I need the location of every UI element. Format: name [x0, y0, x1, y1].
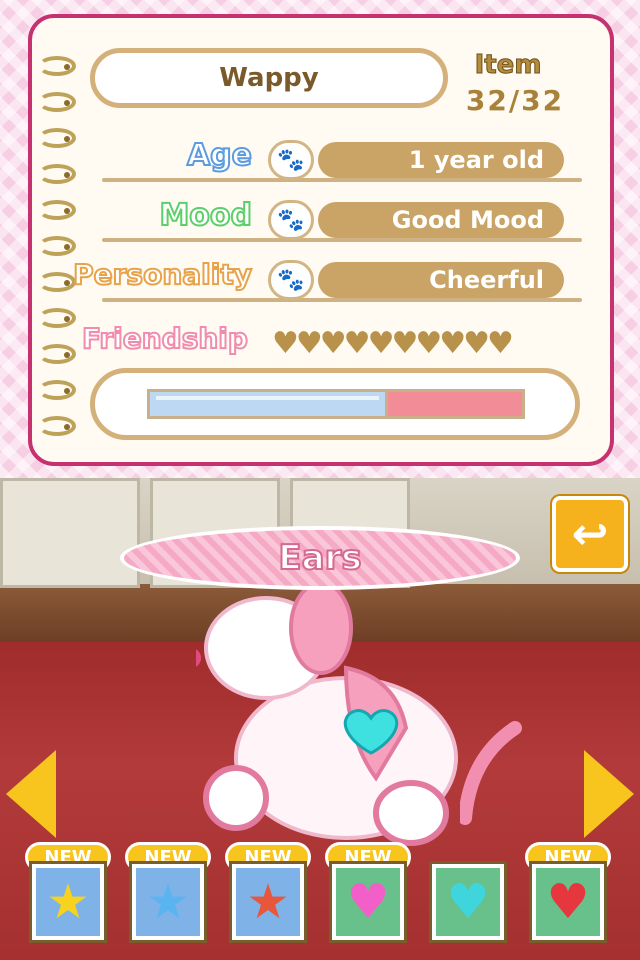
item-slot[interactable]: ♥ [432, 864, 504, 940]
return-arrow-icon: ↩ [571, 508, 609, 560]
row-underline [102, 298, 582, 302]
category-title: Ears [277, 537, 362, 579]
pet-dog [196, 588, 458, 846]
stat-label: Age [186, 137, 253, 174]
ring-icon [38, 236, 76, 256]
item-slot[interactable]: ★ [132, 864, 204, 940]
stat-row-age: Age 🐾 1 year old [72, 137, 582, 184]
item-slot[interactable]: ♥ [532, 864, 604, 940]
ring-icon [38, 92, 76, 112]
paw-icon: 🐾 [268, 140, 314, 180]
ring-icon [38, 56, 76, 76]
pet-scene: Ears ↩ NEW ★ NEW ★ NEW ★ NEW ♥ ♥ NEW ♥ [0, 478, 640, 960]
pink-heart-icon: ♥ [346, 874, 390, 930]
friendship-hearts: ♥♥♥♥♥♥♥♥♥♥ [272, 326, 514, 361]
gauge-bar [147, 389, 525, 419]
red-heart-icon: ♥ [546, 874, 590, 930]
stat-label: Personality [72, 257, 253, 292]
item-label: Item [474, 50, 542, 81]
prev-arrow-button[interactable] [6, 750, 56, 838]
yellow-star-icon: ★ [46, 874, 90, 930]
item-slot[interactable]: ★ [32, 864, 104, 940]
status-screen: Wappy Item 32/32 Age 🐾 1 year old Mood 🐾… [0, 0, 640, 478]
item-count: 32/32 [465, 84, 565, 117]
paw-icon: 🐾 [268, 260, 314, 300]
stat-value: Cheerful [318, 262, 564, 298]
stat-label: Mood [158, 197, 253, 234]
stat-row-mood: Mood 🐾 Good Mood [72, 197, 582, 244]
ring-icon [38, 128, 76, 148]
stat-value: Good Mood [318, 202, 564, 238]
ring-icon [38, 200, 76, 220]
ring-icon [38, 416, 76, 436]
stat-row-personality: Personality 🐾 Cheerful [72, 257, 582, 304]
friendship-gauge [90, 368, 580, 440]
cyan-heart-icon: ♥ [446, 874, 490, 930]
ring-icon [38, 164, 76, 184]
friendship-label: Friendship [81, 321, 249, 356]
back-button[interactable]: ↩ [552, 496, 628, 572]
category-title-banner: Ears [120, 526, 520, 590]
profile-notebook: Wappy Item 32/32 Age 🐾 1 year old Mood 🐾… [28, 14, 614, 466]
ring-icon [38, 380, 76, 400]
red-star-icon: ★ [246, 874, 290, 930]
row-underline [102, 238, 582, 242]
ring-icon [38, 308, 76, 328]
stat-value: 1 year old [318, 142, 564, 178]
item-slot[interactable]: ♥ [332, 864, 404, 940]
pet-name: Wappy [90, 48, 448, 108]
row-underline [102, 178, 582, 182]
ring-icon [38, 272, 76, 292]
next-arrow-button[interactable] [584, 750, 634, 838]
blue-star-icon: ★ [146, 874, 190, 930]
wall-panel [0, 478, 140, 588]
item-slot[interactable]: ★ [232, 864, 304, 940]
ring-icon [38, 344, 76, 364]
gauge-fill [150, 392, 389, 416]
pet-tail [460, 721, 522, 825]
paw-icon: 🐾 [268, 200, 314, 240]
